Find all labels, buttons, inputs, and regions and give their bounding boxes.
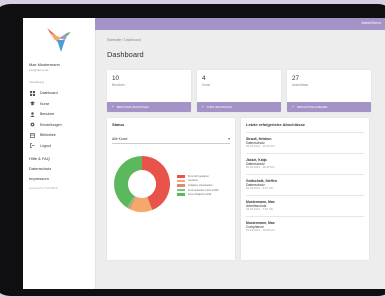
legend-item: Kurs erfolgreich erfüllt <box>177 192 219 197</box>
sidebar-item-benutzer[interactable]: Benutzer <box>29 109 91 120</box>
completion-item[interactable]: Gottschalk, Steffen Datenschutz 29.03.20… <box>246 179 356 191</box>
status-title: Status <box>112 122 125 127</box>
stat-label: Benutzer <box>112 83 125 87</box>
stat-card-completions: 27 Abschlüsse + ABSCHLÜSSE ANSEHEN <box>287 70 371 112</box>
add-user-label: BENUTZER HINZUFÜGEN <box>116 105 149 109</box>
hummingbird-logo-icon <box>47 28 71 52</box>
sidebar-nav: Dashboard Kurse Benutzer Einstellungen B… <box>29 88 91 151</box>
completion-item[interactable]: Mustermann, Max Compliance 15.03.2021 - … <box>246 221 356 233</box>
topbar-user-menu[interactable]: Admin/Demo <box>361 21 381 25</box>
plus-icon: + <box>292 105 294 109</box>
sidebar-item-dashboard[interactable]: Dashboard <box>29 88 91 99</box>
completion-item[interactable]: Jäckel, Katja Datenschutz 02.04.2021 - 1… <box>246 158 356 170</box>
sidebar-item-label: Logout <box>40 143 51 148</box>
divider <box>246 174 364 175</box>
completion-item[interactable]: Strauß, Heidrun Datenschutz 03.04.2021 -… <box>246 137 356 149</box>
course-select-value: Alle Kurse <box>112 136 128 141</box>
completions-title: Letzte erfolgreiche Abschlüsse <box>246 122 305 127</box>
sidebar-item-logout[interactable]: Logout <box>29 141 91 152</box>
divider <box>246 195 364 196</box>
stat-value: 27 <box>292 75 300 82</box>
stat-value: 10 <box>112 75 120 82</box>
stat-label: Kurse <box>202 83 211 87</box>
legend-swatch <box>177 175 185 178</box>
user-name: Max Mustermann <box>29 62 60 67</box>
view-completions-label: ABSCHLÜSSE ANSEHEN <box>296 105 328 109</box>
status-donut-chart <box>113 156 170 212</box>
view-completions-button[interactable]: + ABSCHLÜSSE ANSEHEN <box>287 102 371 112</box>
legend-label: Kurs erfolgreich erfüllt <box>188 193 212 197</box>
add-course-label: KURS HINZUFÜGEN <box>206 105 232 109</box>
add-course-button[interactable]: + KURS HINZUFÜGEN <box>197 102 281 112</box>
legend-label: Gestartet <box>188 179 198 183</box>
plus-icon: + <box>202 105 204 109</box>
stat-card-courses: 4 Kurse + KURS HINZUFÜGEN <box>197 70 281 112</box>
completion-date: 24.03.2021 - 7:54 Uhr <box>246 207 274 212</box>
plus-icon: + <box>112 105 114 109</box>
completion-item[interactable]: Mustermann, Max Arbeitsschutz 24.03.2021… <box>246 200 356 212</box>
app-screen: Max Mustermann info@demo.de Verwaltung D… <box>23 18 385 289</box>
privacy-link[interactable]: Datenschutz <box>29 166 51 171</box>
logout-icon <box>29 143 35 149</box>
sidebar-item-kurse[interactable]: Kurse <box>29 99 91 110</box>
stat-label: Abschlüsse <box>292 83 309 87</box>
completions-panel: Letzte erfolgreiche Abschlüsse Strauß, H… <box>241 118 369 260</box>
divider <box>246 216 364 217</box>
library-icon <box>29 132 35 138</box>
status-panel: Status Alle Kurse ▾ Kurs nicht gestartet… <box>107 118 235 260</box>
sidebar-item-label: Kurse <box>40 101 50 106</box>
powered-by-text: powered by TUTORUS <box>29 186 58 190</box>
completion-date: 03.04.2021 - 10:26 Uhr <box>246 144 275 149</box>
topbar: Admin/Demo <box>95 18 385 30</box>
course-select[interactable]: Alle Kurse ▾ <box>112 134 230 144</box>
legend-swatch <box>177 179 185 183</box>
completion-date: 02.04.2021 - 16:43 Uhr <box>246 165 275 170</box>
imprint-link[interactable]: Impressum <box>29 176 49 181</box>
legend-label: Kurs nicht gestartet <box>188 174 209 178</box>
legend-swatch <box>177 193 185 196</box>
breadcrumb[interactable]: Startseite / Dashboard <box>107 38 141 42</box>
sidebar-item-label: Dashboard <box>40 91 58 96</box>
sidebar-item-bibliothek[interactable]: Bibliothek <box>29 130 91 141</box>
legend-swatch <box>177 188 185 192</box>
sidebar-item-label: Bibliothek <box>40 133 56 138</box>
divider <box>246 153 364 154</box>
add-user-button[interactable]: + BENUTZER HINZUFÜGEN <box>107 102 191 112</box>
legend-label: Aufgaben unbestanden <box>188 183 213 187</box>
section-label: Verwaltung <box>29 80 44 84</box>
gear-icon <box>29 122 35 128</box>
dashboard-icon <box>29 90 35 96</box>
user-icon <box>29 111 35 117</box>
courses-icon <box>29 101 35 107</box>
user-email: info@demo.de <box>29 68 49 72</box>
legend-swatch <box>177 184 185 187</box>
page-title: Dashboard <box>107 50 144 59</box>
chart-legend: Kurs nicht gestartet Gestartet Aufgaben un… <box>177 174 219 197</box>
sidebar-item-label: Benutzer <box>40 112 55 117</box>
stat-card-users: 10 Benutzer + BENUTZER HINZUFÜGEN <box>107 70 191 112</box>
chevron-down-icon: ▾ <box>228 136 230 141</box>
completion-date: 29.03.2021 - 9:14 Uhr <box>246 186 274 191</box>
legend-label: Kurs bestanden (nicht erfüllt) <box>188 188 219 192</box>
sidebar: Max Mustermann info@demo.de Verwaltung D… <box>23 18 96 289</box>
stat-value: 4 <box>202 75 206 82</box>
sidebar-item-label: Einstellungen <box>40 122 62 127</box>
sidebar-item-einstellungen[interactable]: Einstellungen <box>29 120 91 131</box>
divider <box>246 132 364 133</box>
help-link[interactable]: Hilfe & FAQ <box>29 156 50 161</box>
completion-date: 15.03.2021 - 10:08 Uhr <box>246 228 275 233</box>
